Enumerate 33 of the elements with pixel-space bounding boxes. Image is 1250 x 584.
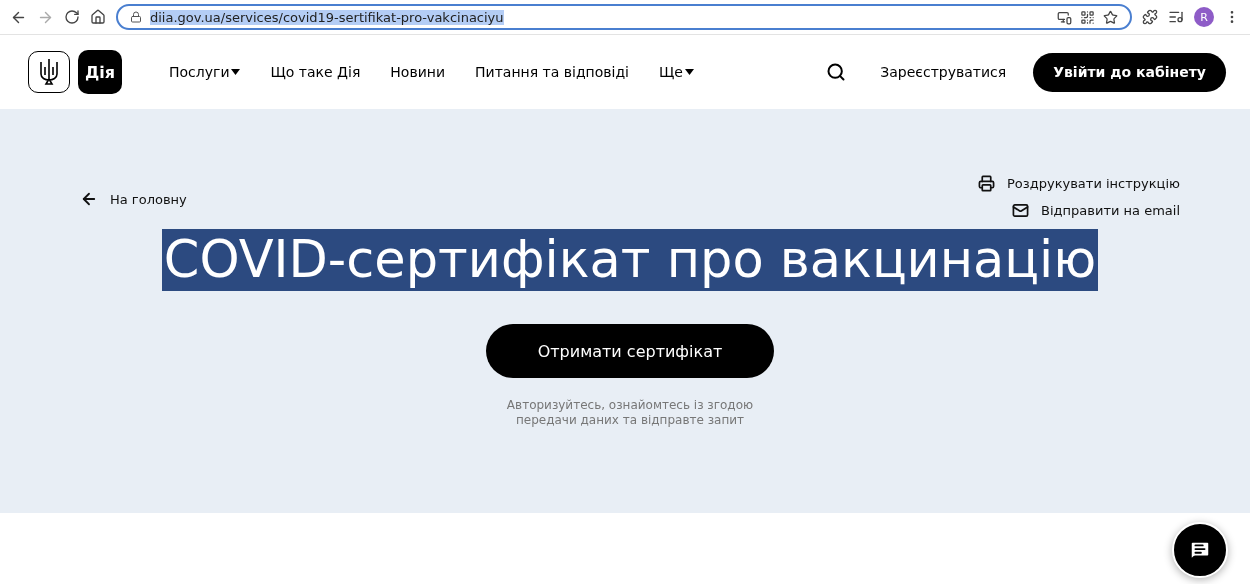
nav-link[interactable]: Ще [659,64,694,80]
logo[interactable]: Дія [78,50,122,94]
playlist-icon[interactable] [1168,9,1184,25]
nav-link[interactable]: Новини [390,64,446,80]
caret-icon [231,69,241,75]
register-link[interactable]: Зареєструватися [880,64,1007,80]
search-icon[interactable] [826,62,847,82]
address-bar[interactable]: diia.gov.ua/services/covid19-sertifikat-pro-vakcinaciyu [116,4,1132,30]
nav-link[interactable]: Послуги [169,64,241,80]
profile-avatar[interactable]: R [1194,7,1214,27]
hint-text: Авторизуйтесь, ознайомтесь із згодою передачи даних та відправте запит [506,398,754,428]
mail-icon [1012,202,1030,219]
page-title: COVID-сертифікат про вакцинацію [161,229,1099,291]
home-icon[interactable] [90,9,106,25]
trident-logo[interactable] [28,51,70,93]
lock-icon [130,11,142,23]
url-text: diia.gov.ua/services/covid19-sertifikat-pro-vakcinaciyu [150,9,504,25]
star-icon[interactable] [1103,9,1118,25]
chat-button[interactable] [1172,522,1228,578]
reload-icon[interactable] [64,9,80,25]
nav-link[interactable]: Питання та відповіді [475,64,629,80]
devices-icon[interactable] [1057,9,1072,25]
action-link[interactable]: Роздрукувати інструкцію [978,175,1180,192]
printer-icon [978,175,995,192]
puzzle-icon[interactable] [1142,9,1158,25]
caret-icon [684,69,694,75]
get-certificate-button[interactable]: Отримати сертифікат [485,324,775,378]
login-button[interactable]: Увійти до кабінету [1033,52,1226,92]
back-link[interactable]: На головну [80,179,187,219]
nav-link[interactable]: Що таке Дія [270,64,361,80]
qr-code-icon[interactable] [1080,9,1095,25]
action-link[interactable]: Відправити на email [1012,202,1180,219]
chat-icon [1189,539,1211,561]
